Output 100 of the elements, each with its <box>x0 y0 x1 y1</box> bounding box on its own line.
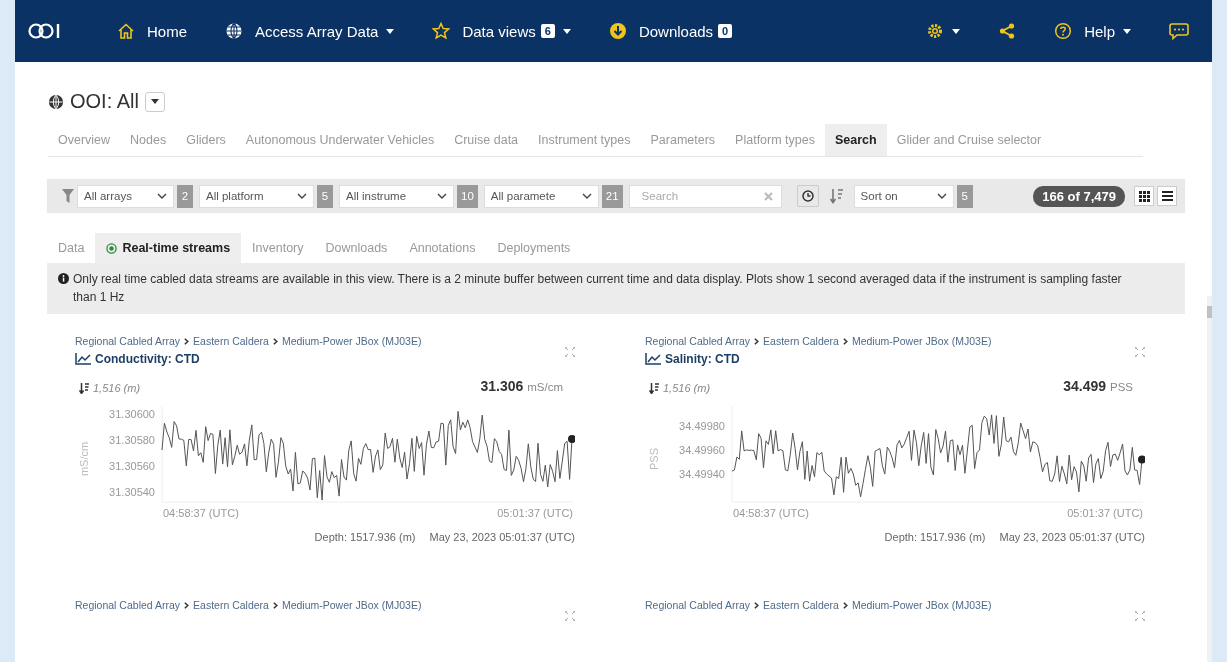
axis-tick-label: 31.30540 <box>109 486 155 498</box>
nav-link[interactable]: Help <box>1054 22 1131 40</box>
axis-tick-label: 31.30600 <box>109 408 155 420</box>
logo-icon[interactable] <box>28 21 62 41</box>
breadcrumb-link[interactable]: Eastern Caldera <box>193 599 269 611</box>
last-point-marker <box>568 434 575 443</box>
filter-select[interactable]: All platform <box>199 184 314 208</box>
share-icon <box>998 22 1017 40</box>
axis-tick-label: 31.30580 <box>109 434 155 446</box>
info-icon <box>58 273 69 284</box>
depth-reading: Depth: 1517.936 (m) <box>884 531 986 543</box>
count-badge: 2 <box>177 184 193 208</box>
depth-icon <box>649 382 660 394</box>
chevron-icon <box>272 602 278 609</box>
nav-link[interactable]: Access Array Data <box>225 22 395 40</box>
chevron-icon <box>936 193 947 199</box>
page-title: OOI: All <box>70 90 139 113</box>
timestamp: May 23, 2023 05:01:37 (UTC) <box>429 531 575 543</box>
breadcrumb-link[interactable]: Regional Cabled Array <box>75 599 181 611</box>
breadcrumb-link[interactable]: Medium-Power JBox (MJ03E) <box>851 599 992 611</box>
chevron-icon <box>754 602 760 609</box>
axis-tick-label: 31.30560 <box>109 460 155 472</box>
nav-link[interactable]: Data views 6 <box>432 22 571 40</box>
nav-icon-button[interactable] <box>1169 22 1189 40</box>
chevron-icon <box>272 338 278 345</box>
grid-view-button[interactable] <box>1134 186 1154 206</box>
depth-label: 1,516 (m) <box>663 382 711 394</box>
result-count: 166 of 7,479 <box>1033 185 1125 207</box>
list-view-button[interactable] <box>1157 186 1177 206</box>
nav-icon-button[interactable] <box>998 22 1017 40</box>
chevron-icon <box>842 338 848 345</box>
line-chart-icon <box>645 353 661 365</box>
chevron-icon <box>157 193 167 199</box>
filter-select[interactable]: Sort on <box>853 184 954 208</box>
filter-icon <box>62 189 74 203</box>
chevron-icon <box>184 602 190 609</box>
chat-icon <box>1169 22 1189 40</box>
last-point-marker <box>1138 455 1145 464</box>
breadcrumb-link[interactable]: Eastern Caldera <box>763 599 839 611</box>
nav-icon-button[interactable] <box>926 22 961 40</box>
chevron-icon <box>581 193 592 199</box>
clear-icon <box>763 191 773 201</box>
current-value: 31.306 mS/cm <box>480 378 563 394</box>
count-badge: 0 <box>718 24 733 38</box>
count-badge: 5 <box>956 184 973 208</box>
count-badge: 5 <box>317 184 333 208</box>
nav-link[interactable]: Downloads 0 <box>608 22 733 40</box>
chevron-icon <box>297 193 307 199</box>
caret-icon <box>150 99 159 104</box>
info-message: Only real time cabled data streams are available in this view. There is a 2 minute buffer between current time and data display. Plots show 1 second averaged data if the instrument is sampling faster than 1 Hz <box>73 271 1123 306</box>
chevron-icon <box>754 338 760 345</box>
stream-title[interactable]: Conductivity: CTD <box>95 352 200 366</box>
breadcrumb-link[interactable]: Medium-Power JBox (MJ03E) <box>281 335 422 347</box>
timestamp: May 23, 2023 05:01:37 (UTC) <box>999 531 1145 543</box>
axis-tick-label: 05:01:37 (UTC) <box>497 507 573 519</box>
axis-label: PSS <box>648 448 660 470</box>
clock-icon <box>801 190 814 202</box>
axis-tick-label: 05:01:37 (UTC) <box>1067 507 1143 519</box>
chevron-icon <box>842 602 848 609</box>
history-button[interactable] <box>796 185 819 207</box>
depth-label: 1,516 (m) <box>93 382 141 394</box>
axis-tick-label: 04:58:37 (UTC) <box>163 507 239 519</box>
star-icon <box>432 22 451 40</box>
current-value: 34.499 PSS <box>1063 378 1133 394</box>
chevron-icon <box>184 338 190 345</box>
live-icon <box>106 242 118 254</box>
count-badge: 10 <box>457 184 478 208</box>
filter-select[interactable]: All arrays <box>77 184 174 208</box>
depth-reading: Depth: 1517.936 (m) <box>314 531 416 543</box>
count-badge: 6 <box>540 24 555 38</box>
tab[interactable]: Search <box>825 124 887 156</box>
breadcrumb-link[interactable]: Regional Cabled Array <box>645 335 751 347</box>
depth-icon <box>79 382 90 394</box>
axis-tick-label: 34.49960 <box>679 444 725 456</box>
home-icon <box>117 22 135 40</box>
line-chart-icon <box>75 353 91 365</box>
dropdown-button[interactable] <box>144 91 165 112</box>
breadcrumb-link[interactable]: Medium-Power JBox (MJ03E) <box>281 599 422 611</box>
globe-icon <box>48 93 64 110</box>
breadcrumb-link[interactable]: Eastern Caldera <box>763 335 839 347</box>
settings-icon <box>926 22 945 40</box>
count-badge: 21 <box>601 184 623 208</box>
list-icon <box>1161 191 1173 201</box>
filter-select[interactable]: All instrume <box>339 184 454 208</box>
stream-title[interactable]: Salinity: CTD <box>665 352 740 366</box>
help-icon <box>1054 22 1073 40</box>
chevron-icon <box>437 193 447 199</box>
breadcrumb-link[interactable]: Regional Cabled Array <box>75 335 181 347</box>
download-icon <box>608 22 627 40</box>
axis-tick-label: 34.49980 <box>679 420 725 432</box>
filter-select[interactable]: All paramete <box>483 184 599 208</box>
grid-icon <box>1138 190 1150 202</box>
breadcrumb-link[interactable]: Medium-Power JBox (MJ03E) <box>851 335 992 347</box>
nav-link[interactable]: Home <box>117 22 187 40</box>
breadcrumb-link[interactable]: Regional Cabled Array <box>645 599 751 611</box>
sort-icon <box>829 188 844 204</box>
tab[interactable]: Real-time streams <box>95 233 242 263</box>
breadcrumb-link[interactable]: Eastern Caldera <box>193 335 269 347</box>
globe-icon <box>225 22 243 40</box>
axis-label: mS/cm <box>78 441 90 477</box>
